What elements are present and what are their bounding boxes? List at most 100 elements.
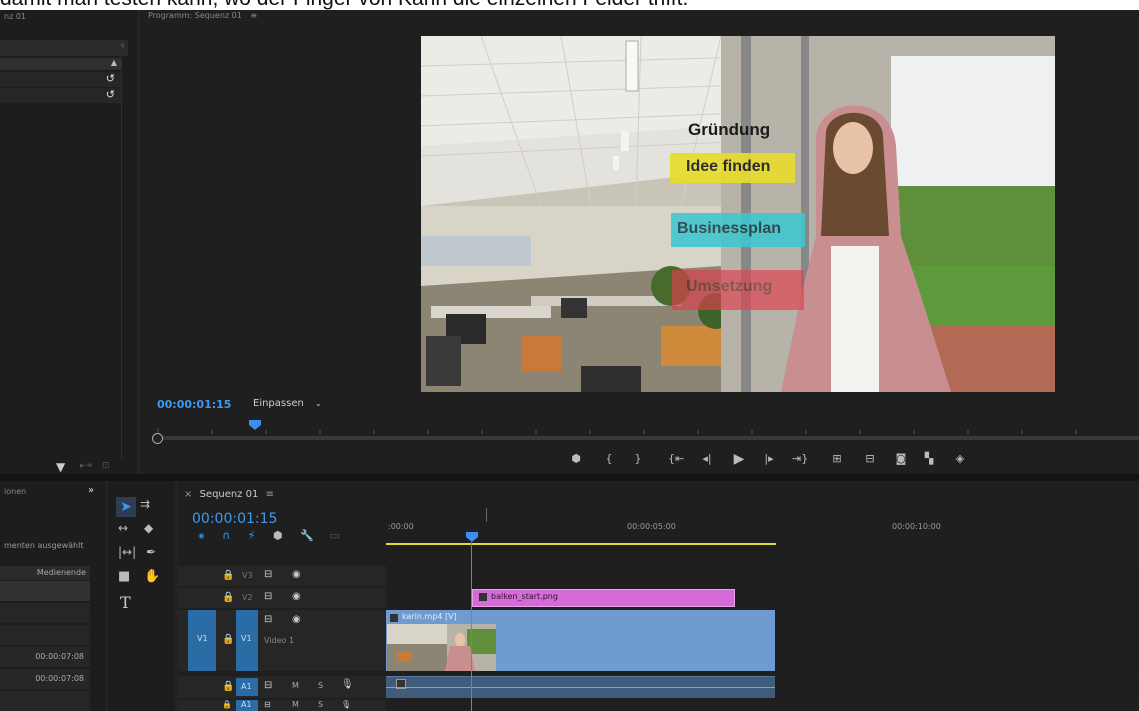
track-select-tool-icon[interactable]: ⇉ xyxy=(140,497,150,511)
step-back-icon[interactable]: ◂| xyxy=(700,451,714,467)
list-row[interactable] xyxy=(0,603,90,623)
step-forward-icon[interactable]: |▸ xyxy=(762,451,776,467)
tab-label[interactable]: ionen xyxy=(4,487,26,496)
list-row-selected[interactable] xyxy=(0,581,90,601)
track-header-a1-partial[interactable]: 🔒 A1 ⊟ M S 🎙 xyxy=(178,700,386,711)
property-row-2: ↺ xyxy=(0,88,121,103)
list-row[interactable] xyxy=(0,691,90,711)
clip-balken-start[interactable]: balken_start.png xyxy=(472,589,735,607)
timeline-ruler[interactable]: :00:00 00:00:05:00 00:00:10:00 xyxy=(386,518,1139,546)
volume-line[interactable] xyxy=(386,687,775,688)
ruler-ticks xyxy=(157,428,1077,434)
export-icon[interactable]: ⊡ xyxy=(102,461,110,471)
search-field[interactable]: ⫞ xyxy=(0,40,128,56)
properties-header: ▲ xyxy=(0,58,121,70)
timeline-tab[interactable]: × Sequenz 01 ≡ xyxy=(184,489,274,500)
captions-icon[interactable]: ▭ xyxy=(329,529,339,542)
monitor-playhead[interactable] xyxy=(249,420,261,430)
sync-lock-icon: ⊟ xyxy=(264,680,273,691)
zoom-scrollbar[interactable] xyxy=(152,433,1139,444)
go-to-in-icon[interactable]: {⇤ xyxy=(668,451,684,467)
solo-button: S xyxy=(318,700,324,709)
eye-icon: ◉ xyxy=(292,569,301,580)
add-marker-icon[interactable]: ⬢ xyxy=(273,529,283,542)
mark-in-icon[interactable]: { xyxy=(602,451,616,467)
timeline-timecode[interactable]: 00:00:01:15 xyxy=(192,511,277,527)
bar-umsetzung[interactable]: Umsetzung xyxy=(672,270,804,310)
reset-icon[interactable]: ↺ xyxy=(106,88,115,101)
video-frame[interactable]: Gründung Idee finden Businessplan Umsetz… xyxy=(421,36,1055,392)
wrench-icon[interactable]: 🔧 xyxy=(300,529,314,542)
double-chevron-icon[interactable]: » xyxy=(88,485,94,496)
timeline-controls: ⚹ ∩ ⚡ ⬢ 🔧 ▭ xyxy=(198,529,340,543)
list-row[interactable]: 00:00:07:08 xyxy=(0,647,90,667)
export-frame-icon[interactable]: ◙ xyxy=(894,451,908,467)
hand-tool-icon[interactable]: ✋ xyxy=(144,569,160,584)
track-lane-v3[interactable] xyxy=(386,566,1139,586)
media-end-value: 00:00:07:08 xyxy=(35,674,84,683)
snap-icon[interactable]: ∩ xyxy=(222,529,230,542)
fit-dropdown[interactable]: Einpassen ⌄ xyxy=(249,396,325,412)
linked-selection-icon[interactable]: ⚡ xyxy=(248,529,256,542)
lift-icon[interactable]: ⊞ xyxy=(830,451,844,467)
zoom-handle[interactable] xyxy=(152,433,163,444)
razor-tool-icon[interactable]: ◆ xyxy=(144,521,153,535)
triangle-up-icon[interactable]: ▲ xyxy=(111,58,117,67)
ruler-label: 00:00:10:00 xyxy=(892,522,941,531)
lock-icon: 🔒 xyxy=(222,634,235,645)
clip-karin-video[interactable]: karin.mp4 [V] xyxy=(386,610,775,671)
mute-button: M xyxy=(292,681,299,690)
comparison-view-icon[interactable]: ▚ xyxy=(922,451,936,467)
list-row[interactable] xyxy=(0,625,90,645)
project-panel: ionen » menten ausgewählt Medienende 00:… xyxy=(0,481,105,711)
clip-karin-audio[interactable] xyxy=(386,676,775,698)
sync-lock-icon: ⊟ xyxy=(264,569,273,580)
list-header[interactable]: Medienende xyxy=(0,566,90,580)
work-area-bar[interactable] xyxy=(386,543,776,545)
play-icon[interactable]: ▶ xyxy=(732,451,746,467)
bar-businessplan[interactable]: Businessplan xyxy=(671,213,805,247)
track-header-a1[interactable]: 🔒 A1 ⊟ M S 🎙 xyxy=(178,676,386,698)
sync-lock-icon: ⊟ xyxy=(264,614,273,625)
hamburger-icon: ≡ xyxy=(265,489,274,500)
track-header-v3[interactable]: 🔒 V3 ⊟ ◉ xyxy=(178,566,386,586)
timeline-playhead[interactable] xyxy=(466,532,478,542)
fx-badge-icon xyxy=(479,593,487,601)
vr-video-icon[interactable]: ◈ xyxy=(953,451,967,467)
panel-divider xyxy=(0,474,1139,481)
source-patch-v1[interactable]: V1 xyxy=(188,610,216,671)
play-only-icon[interactable]: ▸⇥ xyxy=(80,461,92,471)
scroll-divider xyxy=(121,40,122,460)
slip-tool-icon[interactable]: |↔| xyxy=(118,545,136,559)
add-marker-icon[interactable]: ⬢ xyxy=(569,451,583,467)
go-to-out-icon[interactable]: ⇥} xyxy=(792,451,808,467)
ruler-label: 00:00:05:00 xyxy=(627,522,676,531)
track-target-v1[interactable]: V1 xyxy=(236,610,258,671)
pen-tool-icon[interactable]: ✒ xyxy=(146,545,156,559)
monitor-ruler[interactable] xyxy=(152,424,1139,436)
type-tool-icon[interactable]: T xyxy=(120,593,131,612)
rectangle-tool-icon[interactable]: ■ xyxy=(118,569,130,584)
clip-label: karin.mp4 [V] xyxy=(402,612,457,621)
sync-lock-icon: ⊟ xyxy=(264,591,273,602)
label-gruendung: Gründung xyxy=(688,120,771,139)
bar-idee-finden[interactable]: Idee finden xyxy=(670,153,795,183)
ruler-marker-line xyxy=(486,508,487,522)
reset-icon[interactable]: ↺ xyxy=(106,72,115,85)
monitor-timecode[interactable]: 00:00:01:15 xyxy=(157,398,231,411)
extract-icon[interactable]: ⊟ xyxy=(863,451,877,467)
caption-text: damit man testen kann, wo der Finger von… xyxy=(0,0,688,10)
track-target-a1[interactable]: A1 xyxy=(236,678,258,696)
nest-icon[interactable]: ⚹ xyxy=(198,529,205,542)
list-row[interactable]: 00:00:07:08 xyxy=(0,669,90,689)
track-header-v2[interactable]: 🔒 V2 ⊟ ◉ xyxy=(178,588,386,608)
track-header-v1[interactable]: V1 🔒 V1 ⊟ ◉ Video 1 xyxy=(178,610,386,671)
mark-out-icon[interactable]: } xyxy=(631,451,645,467)
monitor-title: Programm: Sequenz 01 ≡ xyxy=(148,11,258,20)
filter-icon[interactable]: ▼ xyxy=(56,460,65,474)
ripple-edit-tool-icon[interactable]: ↔ xyxy=(118,521,128,535)
selection-tool-icon[interactable]: ➤ xyxy=(116,497,136,517)
source-patch-a1[interactable]: A1 xyxy=(236,700,258,711)
lock-icon: 🔒 xyxy=(222,592,235,603)
sync-lock-icon: ⊟ xyxy=(264,700,271,709)
